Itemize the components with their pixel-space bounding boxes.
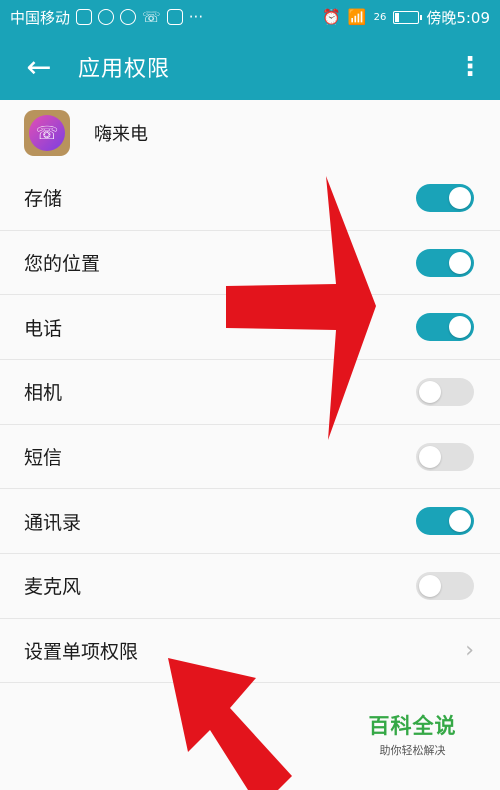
toggle-knob (419, 445, 441, 468)
toggle-knob (449, 251, 471, 274)
missed-call-icon: ☏ (142, 8, 161, 26)
notification-app-icon (98, 9, 115, 25)
single-permission-settings-row[interactable]: 设置单项权限 › (0, 619, 500, 683)
permission-row[interactable]: 电话 (0, 295, 500, 361)
more-options-icon[interactable]: ⋮ (440, 34, 500, 100)
watermark: 百科全说 助你轻松解决 (350, 710, 475, 768)
permission-toggle[interactable] (416, 313, 474, 342)
chevron-right-icon: › (465, 638, 474, 663)
permission-label: 短信 (24, 447, 63, 470)
network-type-label: 26 (373, 11, 387, 23)
back-arrow-icon[interactable]: ← (0, 34, 78, 100)
more-notifications-icon: ··· (188, 8, 204, 26)
notification-app-icon (166, 9, 183, 25)
permission-label: 相机 (24, 382, 63, 405)
permission-label: 电话 (24, 317, 63, 340)
permission-toggle[interactable] (416, 442, 474, 471)
permission-label: 您的位置 (24, 253, 101, 276)
battery-icon (393, 10, 423, 24)
app-bar: ← 应用权限 ⋮ (0, 34, 500, 100)
permission-toggle[interactable] (416, 183, 474, 212)
permission-toggle[interactable] (416, 248, 474, 277)
permission-row[interactable]: 相机 (0, 360, 500, 425)
wifi-icon: 📶 (347, 8, 367, 26)
permission-row[interactable]: 您的位置 (0, 231, 500, 296)
permission-list: 存储您的位置电话相机短信通讯录麦克风 (0, 166, 500, 619)
permission-row[interactable]: 短信 (0, 425, 500, 490)
notification-app-icon (76, 9, 93, 25)
page-title: 应用权限 (78, 57, 171, 82)
toggle-knob (449, 510, 471, 533)
app-icon: ☏ (24, 110, 70, 156)
watermark-subtitle: 助你轻松解决 (379, 744, 446, 757)
status-bar: 中国移动 ☏ ··· ⏰ 📶 26 傍晚5:09 (0, 0, 500, 34)
app-name: 嗨来电 (94, 124, 148, 145)
permission-toggle[interactable] (416, 571, 474, 600)
permission-toggle[interactable] (416, 377, 474, 406)
permission-row[interactable]: 麦克风 (0, 554, 500, 619)
notification-app-icon (120, 9, 137, 25)
app-info-row: ☏ 嗨来电 (0, 100, 500, 166)
toggle-knob (449, 186, 471, 209)
phone-icon: ☏ (29, 115, 65, 151)
toggle-knob (419, 574, 441, 597)
permission-label: 存储 (24, 188, 63, 211)
toggle-knob (449, 316, 471, 339)
carrier-label: 中国移动 (10, 8, 71, 27)
toggle-knob (419, 380, 441, 403)
permission-label: 麦克风 (24, 576, 82, 599)
permission-row[interactable]: 通讯录 (0, 489, 500, 555)
single-permission-label: 设置单项权限 (24, 641, 139, 663)
permission-toggle[interactable] (416, 507, 474, 536)
permission-row[interactable]: 存储 (0, 166, 500, 231)
alarm-icon: ⏰ (322, 8, 341, 26)
clock: 傍晚5:09 (426, 8, 490, 27)
permission-label: 通讯录 (24, 511, 82, 534)
watermark-title: 百科全说 (368, 714, 457, 738)
